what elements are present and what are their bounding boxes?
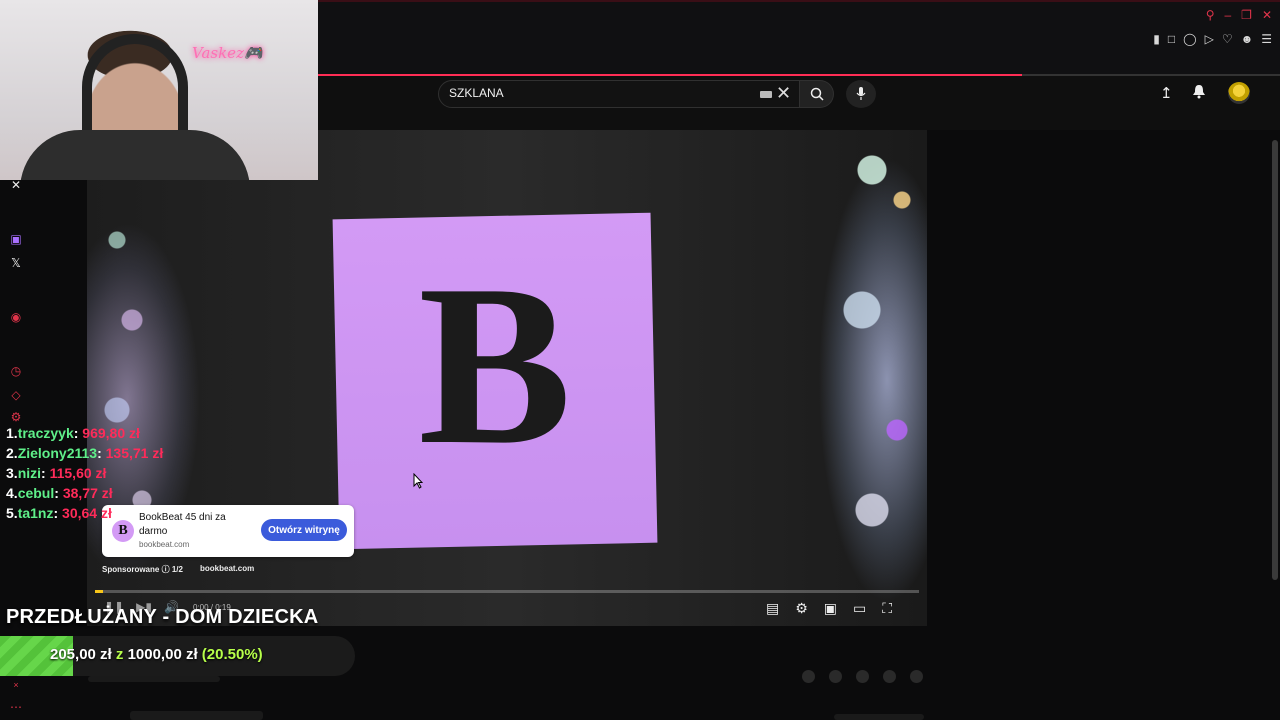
ad-counter: 1/2 xyxy=(171,565,183,574)
goal-current: 205,00 zł xyxy=(50,646,112,663)
playlist-icon[interactable]: ◇ xyxy=(8,388,24,402)
donor-amount: 115,60 zł xyxy=(49,465,107,481)
ad-sponsored-label: Sponsorowane ⓘ 1/2 xyxy=(102,564,183,575)
subscribe-placeholder xyxy=(834,714,924,720)
magnifier-icon xyxy=(810,87,824,101)
voice-search-button[interactable] xyxy=(846,80,876,108)
fullscreen-icon[interactable]: ⛶ xyxy=(882,600,892,617)
donor-separator: : xyxy=(73,425,83,441)
donation-goal-title: PRZEDŁUŻANY - DOM DZIECKA xyxy=(6,606,319,628)
sponsored-text: Sponsorowane xyxy=(102,565,160,574)
youtube-icon[interactable]: ◉ xyxy=(8,310,24,324)
close-icon[interactable]: ✕ xyxy=(1262,8,1272,22)
ad-open-site-button[interactable]: Otwórz witrynę xyxy=(261,519,347,541)
bell-icon xyxy=(1193,85,1205,99)
donation-goal-text: 205,00 zł z 1000,00 zł (20.50%) xyxy=(50,646,263,663)
top-donors-list: 1.traczyyk: 969,80 zł 2.Zielony2113: 135… xyxy=(6,423,163,523)
placeholder-dot xyxy=(856,670,869,683)
donor-row: 2.Zielony2113: 135,71 zł xyxy=(6,443,163,463)
heart-icon[interactable]: ♡ xyxy=(1222,32,1233,46)
more-dots-icon[interactable]: ⋯ xyxy=(8,700,24,714)
donor-separator: : xyxy=(41,465,50,481)
donor-amount: 30,64 zł xyxy=(62,505,112,521)
twitch-icon[interactable]: ▣ xyxy=(8,232,24,246)
video-sequins-right xyxy=(832,130,927,626)
donor-name: ta1nz xyxy=(17,505,54,521)
goal-percent: (20.50%) xyxy=(201,646,263,663)
ad-domain: bookbeat.com xyxy=(139,540,190,549)
donor-separator: : xyxy=(97,445,106,461)
miniplayer-icon[interactable]: ▣ xyxy=(824,600,837,617)
restore-icon[interactable]: ❐ xyxy=(1241,8,1252,22)
donor-rank: 1. xyxy=(6,425,18,441)
donor-name: nizi xyxy=(17,465,42,481)
donor-rank: 2. xyxy=(6,445,18,461)
donor-amount: 969,80 zł xyxy=(82,425,140,441)
settings-icon[interactable]: ⚙ xyxy=(8,410,24,424)
donor-rank: 5. xyxy=(6,505,18,521)
placeholder-dot xyxy=(829,670,842,683)
donor-row: 3.nizi: 115,60 zł xyxy=(6,463,163,483)
neon-sign: Vaskez🎮 xyxy=(192,44,263,62)
video-progress-fill xyxy=(95,590,104,593)
placeholder-dot xyxy=(910,670,923,683)
twitter-x-icon[interactable]: 𝕏 xyxy=(8,256,24,270)
search-icon[interactable]: ⚲ xyxy=(1206,8,1215,22)
title-placeholder xyxy=(88,676,220,682)
clear-search-icon[interactable]: ✕ xyxy=(776,84,791,102)
donor-name: traczyyk xyxy=(17,425,74,441)
goal-target: 1000,00 zł xyxy=(127,646,198,663)
mouse-cursor-icon xyxy=(413,473,423,489)
page-scrollbar[interactable] xyxy=(1272,140,1278,580)
window-controls: ⚲ – ❐ ✕ xyxy=(1206,8,1272,22)
info-icon[interactable]: ⓘ xyxy=(162,565,172,574)
history-icon[interactable]: ◷ xyxy=(8,364,24,378)
subtitles-icon[interactable]: ▤ xyxy=(766,600,779,617)
ad-site-link[interactable]: bookbeat.com xyxy=(200,564,254,573)
placeholder-dot xyxy=(883,670,896,683)
microphone-icon xyxy=(856,87,866,100)
donor-rank: 4. xyxy=(6,485,18,501)
action-placeholders xyxy=(802,670,923,683)
shield-icon[interactable]: ◯ xyxy=(1183,32,1196,46)
account-avatar[interactable] xyxy=(1228,82,1250,104)
menu-icon[interactable]: ☰ xyxy=(1261,32,1272,46)
donor-rank: 3. xyxy=(6,465,18,481)
profile-icon[interactable]: ☻ xyxy=(1241,32,1254,46)
donor-row: 4.cebul: 38,77 zł xyxy=(6,483,163,503)
extension-icons: ▮ □ ◯ ▷ ♡ ☻ ☰ xyxy=(1153,32,1272,46)
donor-name: cebul xyxy=(17,485,55,501)
bookmark-icon[interactable]: ▮ xyxy=(1153,32,1160,46)
notifications-bell-icon[interactable] xyxy=(1192,84,1206,103)
donor-separator: : xyxy=(54,485,63,501)
webcam-body xyxy=(20,130,250,180)
screenshot-icon[interactable]: □ xyxy=(1168,32,1175,46)
play-icon[interactable]: ▷ xyxy=(1205,32,1214,46)
channel-placeholder xyxy=(130,711,263,720)
video-progress-bar[interactable] xyxy=(95,590,919,593)
browser-toolbar xyxy=(318,0,1280,76)
donor-row: 5.ta1nz: 30,64 zł xyxy=(6,503,163,523)
video-logo-letter: B xyxy=(418,237,572,492)
settings-gear-icon[interactable]: ⚙ xyxy=(795,600,808,617)
search-query[interactable]: SZKLANA xyxy=(449,86,504,100)
streamer-webcam: Vaskez🎮 xyxy=(0,0,318,180)
minimize-icon[interactable]: – xyxy=(1224,8,1231,22)
donor-amount: 135,71 zł xyxy=(105,445,164,461)
ad-logo: B xyxy=(112,520,134,542)
keyboard-icon[interactable] xyxy=(760,91,772,98)
theater-mode-icon[interactable]: ▭ xyxy=(853,600,866,617)
donor-row: 1.traczyyk: 969,80 zł xyxy=(6,423,163,443)
donor-name: Zielony2113 xyxy=(17,445,98,461)
upload-icon[interactable]: ↥ xyxy=(1160,84,1173,102)
donor-amount: 38,77 zł xyxy=(62,485,113,501)
donor-separator: : xyxy=(53,505,63,521)
goal-connector: z xyxy=(115,646,124,663)
placeholder-dot xyxy=(802,670,815,683)
small-x-icon: × xyxy=(13,680,19,690)
x-logo-icon[interactable]: ✕ xyxy=(8,178,24,192)
player-controls-right: ▤ ⚙ ▣ ▭ ⛶ xyxy=(766,600,892,617)
search-button[interactable] xyxy=(800,80,834,108)
